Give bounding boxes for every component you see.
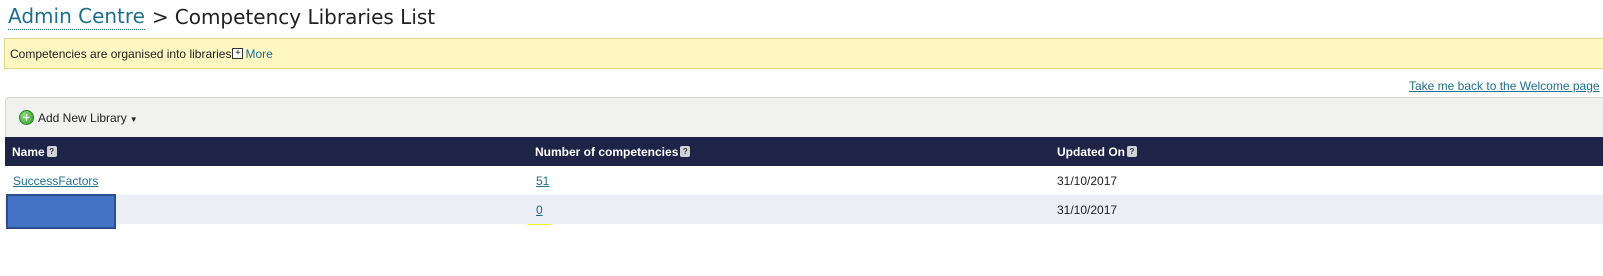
chevron-down-icon[interactable]: ▼ <box>130 115 138 124</box>
updated-date: 31/10/2017 <box>1057 173 1118 188</box>
add-new-library-label: Add New Library <box>38 110 127 125</box>
column-header-label: Name <box>12 144 45 159</box>
toolbar: Add New Library ▼ <box>5 97 1603 137</box>
welcome-page-link[interactable]: Take me back to the Welcome page <box>1409 79 1600 93</box>
breadcrumb-admin-centre-link[interactable]: Admin Centre <box>8 4 145 30</box>
breadcrumb: Admin Centre > Competency Libraries List <box>8 0 435 34</box>
competency-count-link[interactable]: 0 <box>536 203 543 217</box>
table-row: 0 31/10/2017 <box>5 195 1603 224</box>
column-header-label: Number of competencies <box>535 144 679 159</box>
column-header-updated-on[interactable]: Updated On ? <box>1057 137 1137 166</box>
page-title: Competency Libraries List <box>174 5 436 29</box>
info-text: Competencies are organised into librarie… <box>10 46 232 61</box>
expand-icon[interactable]: + <box>232 48 244 59</box>
help-icon[interactable]: ? <box>46 146 57 157</box>
more-link[interactable]: More <box>245 47 272 61</box>
breadcrumb-separator: > <box>151 5 169 29</box>
column-header-label: Updated On <box>1057 144 1125 159</box>
column-header-competencies[interactable]: Number of competencies ? <box>535 137 691 166</box>
table-row: SuccessFactors 51 31/10/2017 <box>5 166 1603 195</box>
help-icon[interactable]: ? <box>1127 146 1137 157</box>
help-icon[interactable]: ? <box>680 146 691 157</box>
add-new-library-button[interactable]: Add New Library ▼ <box>19 110 138 125</box>
table-header: Name ? Number of competencies ? Updated … <box>5 137 1603 166</box>
library-name-link[interactable]: SuccessFactors <box>13 174 98 188</box>
column-header-name[interactable]: Name ? <box>12 137 57 166</box>
add-circle-icon <box>19 110 34 125</box>
updated-date: 31/10/2017 <box>1057 202 1118 217</box>
competency-count-link[interactable]: 51 <box>536 174 549 188</box>
redaction-box <box>6 194 116 229</box>
info-bar: Competencies are organised into librarie… <box>4 38 1603 69</box>
